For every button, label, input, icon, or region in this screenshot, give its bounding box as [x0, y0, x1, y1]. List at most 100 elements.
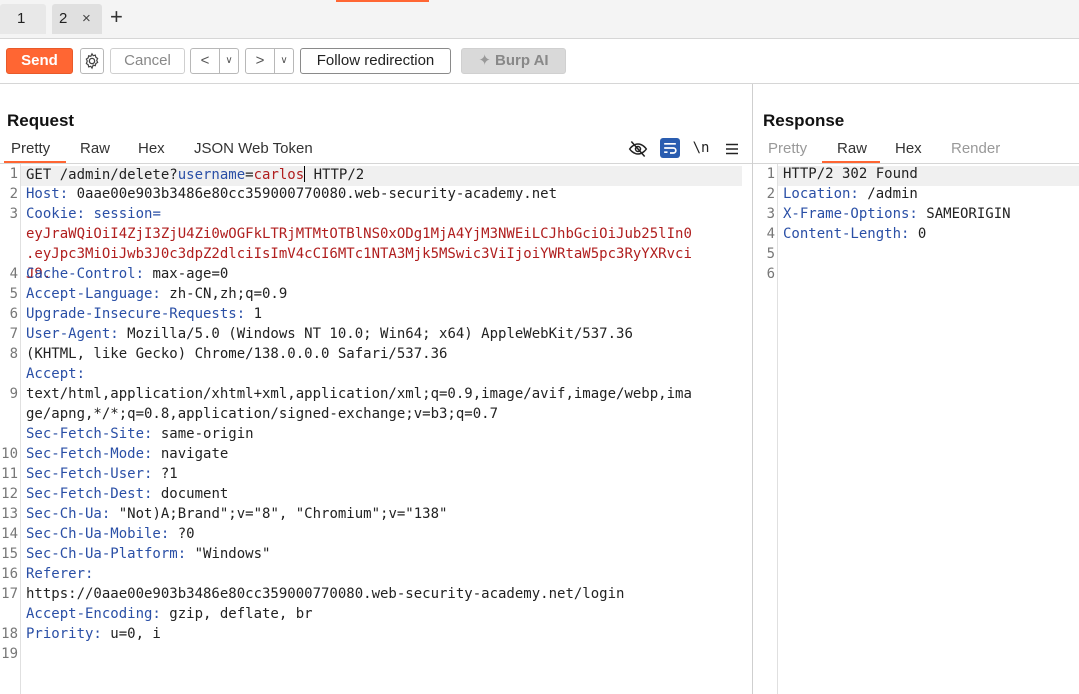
response-tab-pretty[interactable]: Pretty — [768, 140, 807, 157]
response-tab-hex[interactable]: Hex — [895, 140, 922, 157]
request-method-path: GET /admin/delete? — [26, 167, 178, 183]
header-value: u=0, i — [101, 626, 161, 642]
request-editor[interactable]: 1 2 3 4 5 6 7 8 9 10 11 12 13 14 15 16 17 18 19 GET /admin… — [0, 164, 752, 694]
settings-button[interactable] — [80, 48, 104, 74]
header-name: Upgrade-Insecure-Requests: — [26, 306, 246, 322]
tab-1[interactable]: 1 — [0, 4, 46, 34]
response-tab-raw[interactable]: Raw — [837, 140, 867, 157]
code-line: Sec-Ch-Ua-Platform: "Windows" — [26, 546, 270, 562]
code-line: Referer: — [26, 566, 93, 582]
back-history-dropdown[interactable]: ∨ — [220, 48, 239, 74]
code-line: Location: /admin — [783, 186, 918, 202]
tab-2[interactable]: 2 × — [52, 4, 102, 34]
header-value: document — [152, 486, 229, 502]
header-value: ?1 — [152, 466, 178, 482]
gear-icon — [85, 52, 99, 70]
line-number: 16 — [1, 566, 18, 582]
status-line: HTTP/2 302 Found — [783, 166, 918, 182]
response-tab-render[interactable]: Render — [951, 140, 1000, 157]
line-number: 17 — [1, 586, 18, 602]
header-name: Accept-Encoding: — [26, 606, 161, 622]
panel-divider[interactable] — [752, 84, 753, 694]
request-title: Request — [7, 111, 75, 130]
header-name: Host: — [26, 186, 69, 202]
add-tab-icon[interactable]: + — [110, 2, 123, 32]
line-number: 4 — [766, 226, 775, 242]
response-editor[interactable]: 1 2 3 4 5 6 HTTP/2 302 Found Location: /admin X… — [757, 164, 1079, 694]
back-button[interactable]: < — [190, 48, 220, 74]
header-name: Referer: — [26, 566, 94, 582]
line-number: 1 — [766, 166, 775, 182]
eye-off-icon[interactable] — [628, 139, 648, 159]
line-number: 3 — [9, 206, 18, 222]
header-name: Sec-Fetch-Dest: — [26, 486, 153, 502]
active-indicator — [336, 0, 429, 2]
header-name: Sec-Ch-Ua-Mobile: — [26, 526, 170, 542]
line-number: 7 — [9, 326, 18, 342]
code-line: Upgrade-Insecure-Requests: 1 — [26, 306, 262, 322]
header-name: User-Agent: — [26, 326, 119, 342]
follow-redirection-button[interactable]: Follow redirection — [300, 48, 451, 74]
request-tab-json-web-token[interactable]: JSON Web Token — [194, 140, 313, 157]
burp-ai-button[interactable]: ✦ Burp AI — [461, 48, 566, 74]
header-value: same-origin — [152, 426, 254, 442]
cookie-value: eyJraWQiOiI4ZjI3ZjU4Zi0wOGFkLTRjMTMtOTBl… — [26, 226, 692, 242]
line-number: 2 — [9, 186, 18, 202]
line-number: 1 — [9, 166, 18, 182]
line-number: 10 — [1, 446, 18, 462]
code-line: Content-Length: 0 — [783, 226, 926, 242]
code-line: Sec-Fetch-User: ?1 — [26, 466, 178, 482]
request-tab-raw[interactable]: Raw — [80, 140, 110, 157]
header-name: Priority: — [26, 626, 102, 642]
forward-button[interactable]: > — [245, 48, 275, 74]
newline-toggle-icon[interactable]: \n — [691, 139, 711, 159]
code-line: https://0aae00e903b3486e80cc359000770080… — [26, 586, 624, 602]
line-number: 5 — [766, 246, 775, 262]
request-tab-pretty[interactable]: Pretty — [11, 140, 50, 157]
header-value-continued: https://0aae00e903b3486e80cc359000770080… — [26, 586, 625, 602]
code-line: Accept: — [26, 366, 85, 382]
header-value: /admin — [858, 186, 918, 202]
header-name: X-Frame-Options: — [783, 206, 918, 222]
header-name: Sec-Fetch-User: — [26, 466, 153, 482]
line-number: 3 — [766, 206, 775, 222]
header-value: 0 — [909, 226, 927, 242]
line-number: 8 — [9, 346, 18, 362]
line-number: 19 — [1, 646, 18, 662]
tab-strip — [0, 0, 1079, 39]
header-value: ?0 — [169, 526, 195, 542]
line-number: 11 — [1, 466, 18, 482]
header-value-continued: ge/apng,*/*;q=0.8,application/signed-exc… — [26, 406, 499, 422]
response-gutter — [757, 164, 778, 694]
header-value: SAMEORIGIN — [917, 206, 1011, 222]
code-line: (KHTML, like Gecko) Chrome/138.0.0.0 Saf… — [26, 346, 447, 362]
header-value: navigate — [152, 446, 229, 462]
header-name: Sec-Fetch-Site: — [26, 426, 153, 442]
header-value: zh-CN,zh;q=0.9 — [160, 286, 288, 302]
line-number: 15 — [1, 546, 18, 562]
code-line: text/html,application/xhtml+xml,applicat… — [26, 386, 692, 402]
line-number: 12 — [1, 486, 18, 502]
header-value-continued: (KHTML, like Gecko) Chrome/138.0.0.0 Saf… — [26, 346, 448, 362]
tab-label: 2 — [59, 10, 68, 27]
cancel-button[interactable]: Cancel — [110, 48, 185, 74]
line-number: 2 — [766, 186, 775, 202]
code-line: Cache-Control: max-age=0 — [26, 266, 228, 282]
request-tab-hex[interactable]: Hex — [138, 140, 165, 157]
send-button[interactable]: Send — [6, 48, 73, 74]
header-value: 0aae00e903b3486e80cc359000770080.web-sec… — [68, 186, 558, 202]
code-line: Host: 0aae00e903b3486e80cc359000770080.w… — [26, 186, 557, 202]
menu-icon[interactable] — [722, 139, 742, 159]
wrap-lines-icon[interactable] — [660, 138, 680, 158]
header-value: 1 — [245, 306, 263, 322]
code-line: Sec-Ch-Ua: "Not)A;Brand";v="8", "Chromiu… — [26, 506, 447, 522]
close-icon[interactable]: × — [82, 4, 91, 34]
header-name: Location: — [783, 186, 859, 202]
code-line: eyJraWQiOiI4ZjI3ZjU4Zi0wOGFkLTRjMTMtOTBl… — [26, 226, 692, 242]
burp-ai-label: Burp AI — [494, 52, 549, 69]
tab-label: 1 — [17, 10, 26, 27]
header-name: Content-Length: — [783, 226, 910, 242]
cookie-value: .eyJpc3MiOiJwb3J0c3dpZ2dlciIsImV4cCI6MTc… — [26, 246, 692, 262]
header-value-continued: text/html,application/xhtml+xml,applicat… — [26, 386, 692, 402]
forward-history-dropdown[interactable]: ∨ — [275, 48, 294, 74]
